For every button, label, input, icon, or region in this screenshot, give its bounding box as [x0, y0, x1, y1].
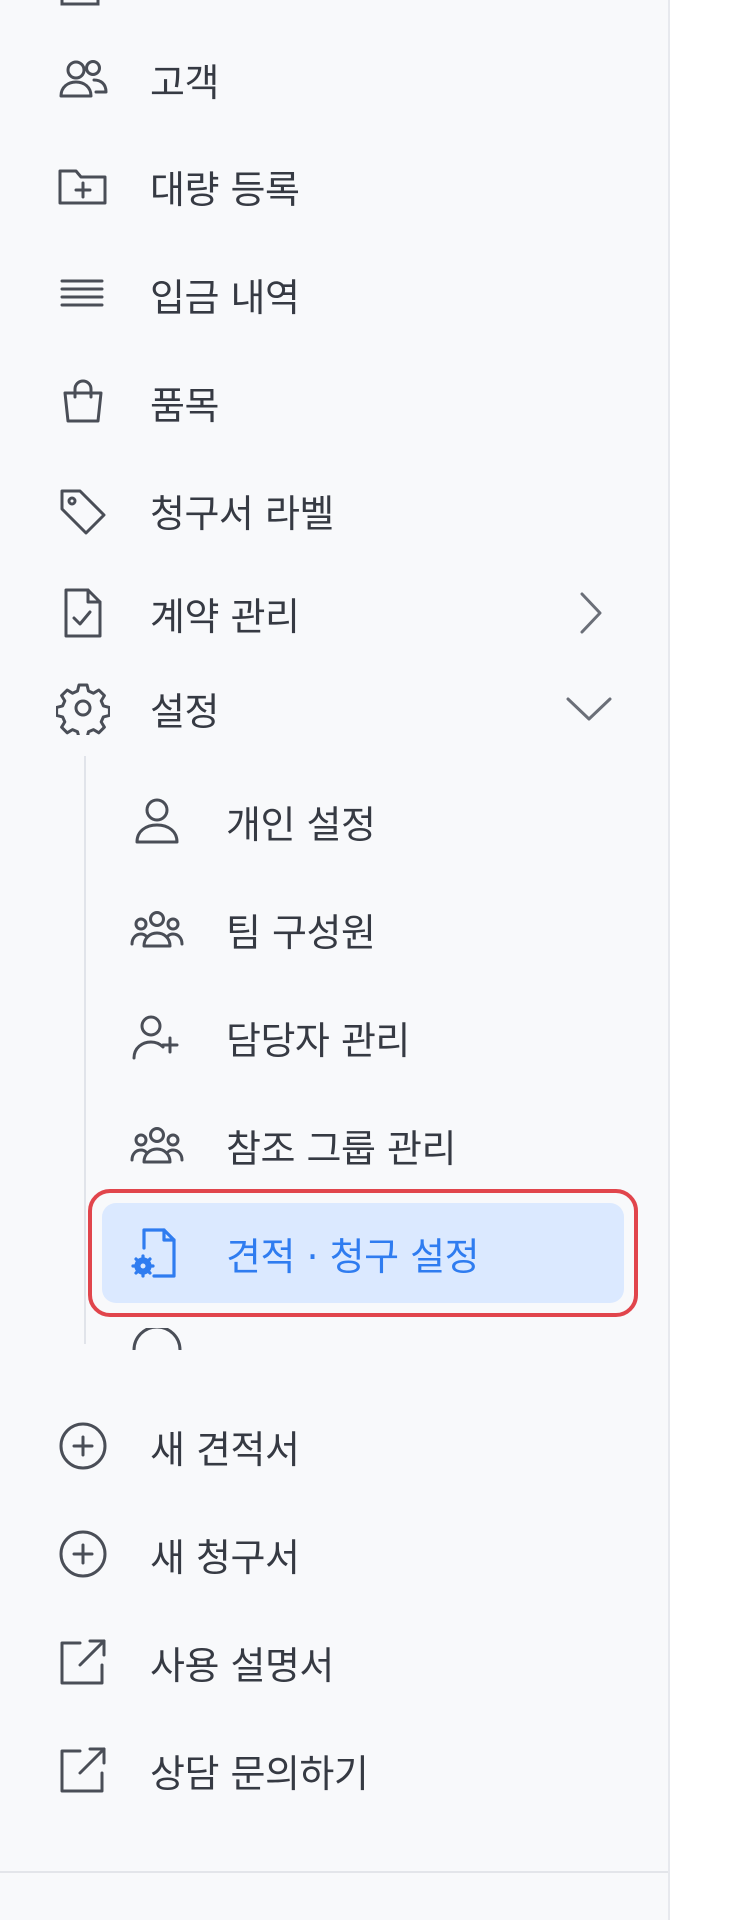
nav-label: 대량 등록	[150, 167, 300, 212]
list-lines-icon	[56, 267, 110, 321]
main-content-area	[670, 0, 750, 1920]
nav-item-partial	[130, 1328, 630, 1350]
folder-plus-icon	[56, 159, 110, 213]
nav-item-items[interactable]: 품목	[56, 362, 616, 442]
chevron-down-icon[interactable]	[562, 681, 616, 735]
nav-item-bulk-register[interactable]: 대량 등록	[56, 146, 616, 226]
nav-label: 참조 그룹 관리	[226, 1126, 456, 1171]
nav-item-invoice-labels[interactable]: 청구서 라벨	[56, 470, 616, 550]
team-icon	[130, 902, 184, 956]
nav-label: 설정	[150, 689, 219, 734]
submenu-guide-line	[84, 756, 86, 1344]
bottom-divider	[0, 1871, 668, 1873]
nav-label: 품목	[150, 383, 219, 428]
user-plus-icon	[130, 1010, 184, 1064]
gear-icon	[56, 681, 110, 735]
user-icon	[130, 794, 184, 848]
nav-label: 담당자 관리	[226, 1018, 410, 1063]
nav-item-contract-management[interactable]: 계약 관리	[56, 573, 616, 653]
nav-label: 청구서 라벨	[150, 491, 334, 536]
partial-icon	[60, 0, 100, 6]
nav-item-contact-inquiry[interactable]: 상담 문의하기	[56, 1730, 616, 1810]
plus-circle-icon	[56, 1419, 110, 1473]
nav-item-customers[interactable]: 고객	[56, 39, 616, 119]
nav-label: 견적 · 청구 설정	[226, 1234, 480, 1279]
external-link-icon	[56, 1743, 110, 1797]
partial-icon	[132, 1328, 182, 1350]
document-gear-icon	[130, 1226, 184, 1280]
nav-item-new-quote[interactable]: 새 견적서	[56, 1406, 616, 1486]
users-icon	[56, 52, 110, 106]
nav-label: 개인 설정	[226, 802, 376, 847]
team-icon	[130, 1118, 184, 1172]
nav-item-new-invoice[interactable]: 새 청구서	[56, 1514, 616, 1594]
plus-circle-icon	[56, 1527, 110, 1581]
external-link-icon	[56, 1635, 110, 1689]
nav-label: 새 견적서	[150, 1427, 300, 1472]
nav-item-reference-group-management[interactable]: 참조 그룹 관리	[130, 1105, 630, 1185]
nav-item-quote-invoice-settings[interactable]: 견적 · 청구 설정	[130, 1213, 630, 1293]
sidebar: 고객 대량 등록 입금 내역 품목 청구서 라벨 계약 관리 설정 개인 설정 …	[0, 0, 668, 1920]
nav-item-manager-management[interactable]: 담당자 관리	[130, 997, 630, 1077]
nav-item-team-members[interactable]: 팀 구성원	[130, 889, 630, 969]
nav-label: 계약 관리	[150, 594, 300, 639]
chevron-right-icon[interactable]	[562, 586, 616, 640]
nav-item-user-manual[interactable]: 사용 설명서	[56, 1622, 616, 1702]
nav-label: 입금 내역	[150, 275, 300, 320]
tag-icon	[56, 483, 110, 537]
nav-item-deposit-history[interactable]: 입금 내역	[56, 254, 616, 334]
document-check-icon	[56, 586, 110, 640]
nav-label: 고객	[150, 60, 219, 105]
nav-label: 상담 문의하기	[150, 1751, 369, 1796]
nav-label: 새 청구서	[150, 1535, 300, 1580]
nav-item-personal-settings[interactable]: 개인 설정	[130, 781, 630, 861]
nav-label: 팀 구성원	[226, 910, 376, 955]
nav-label: 사용 설명서	[150, 1643, 334, 1688]
nav-item-settings[interactable]: 설정	[56, 668, 616, 748]
shopping-bag-icon	[56, 375, 110, 429]
